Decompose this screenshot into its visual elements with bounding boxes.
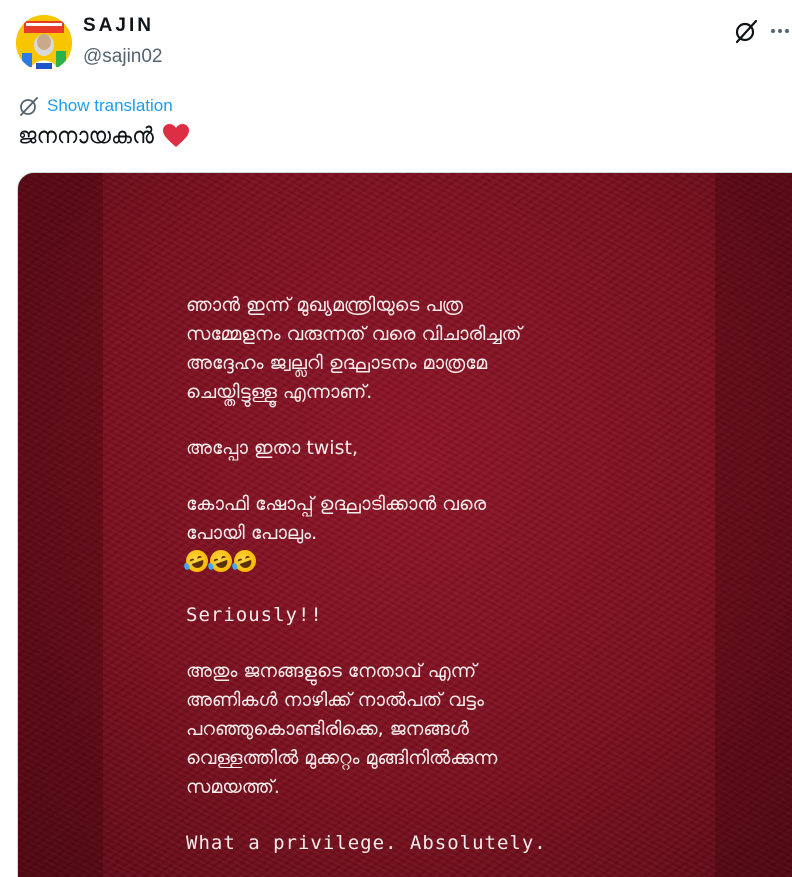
image-line: വെള്ളത്തിൽ മുക്കറ്റം മുങ്ങിനിൽക്കുന്ന bbox=[186, 747, 498, 769]
image-line: അദ്ദേഹം ജ്വല്ലറി ഉദ്ഘാടനം മാത്രമേ bbox=[186, 352, 488, 374]
image-line: അതും ജനങ്ങളുടെ നേതാവ് എന്ന് bbox=[186, 660, 477, 682]
rofl-emoji-icon bbox=[230, 546, 260, 576]
tweet-text: ജനനായകൻ bbox=[18, 123, 190, 149]
rofl-emoji-icon bbox=[206, 546, 236, 576]
image-edge-right bbox=[715, 173, 792, 877]
image-line-twist: അപ്പോ ഇതാ twist, bbox=[186, 437, 358, 459]
media-image[interactable]: ഞാൻ ഇന്ന് മുഖ്യമന്ത്രിയുടെ പത്ര സമ്മേളനം… bbox=[17, 172, 792, 877]
image-line: കോഫി ഷോപ്പ് ഉദ്ഘാടിക്കാൻ വരെ bbox=[186, 493, 487, 515]
laughing-emoji-row bbox=[182, 546, 666, 576]
translate-icon bbox=[20, 97, 38, 116]
image-line-seriously: Seriously!! bbox=[186, 604, 323, 626]
user-handle[interactable]: @sajin02 bbox=[83, 46, 163, 68]
show-translation-label: Show translation bbox=[47, 96, 173, 115]
red-heart-icon bbox=[162, 124, 189, 147]
avatar[interactable] bbox=[16, 15, 72, 71]
image-line: പറഞ്ഞുകൊണ്ടിരിക്കെ, ജനങ്ങൾ bbox=[186, 718, 469, 740]
image-line: സമ്മേളനം വരുന്നത് വരെ വിചാരിച്ചത് bbox=[186, 323, 522, 345]
image-text: ഞാൻ ഇന്ന് മുഖ്യമന്ത്രിയുടെ പത്ര സമ്മേളനം… bbox=[182, 291, 666, 858]
show-translation-button[interactable]: Show translation bbox=[18, 94, 173, 118]
image-line: പോയി പോലും. bbox=[186, 522, 318, 544]
rofl-emoji-icon bbox=[182, 546, 212, 576]
slashed-circle-icon[interactable] bbox=[731, 15, 763, 47]
tweet: SAJIN @sajin02 Show translation ജനനായകൻ bbox=[0, 0, 792, 877]
more-horizontal-icon[interactable] bbox=[768, 15, 792, 47]
display-name[interactable]: SAJIN bbox=[83, 15, 154, 37]
image-line: അണികൾ നാഴിക്ക് നാൽപത് വട്ടം bbox=[186, 689, 484, 711]
image-line: ചെയ്തിട്ടുള്ളൂ എന്നാണ്. bbox=[186, 381, 373, 403]
image-line: ഞാൻ ഇന്ന് മുഖ്യമന്ത്രിയുടെ പത്ര bbox=[186, 294, 463, 316]
image-line-closing: What a privilege. Absolutely. bbox=[186, 832, 547, 854]
tweet-text-content: ജനനായകൻ bbox=[18, 123, 154, 149]
image-edge-left bbox=[18, 173, 103, 877]
image-line: സമയത്ത്. bbox=[186, 776, 280, 798]
